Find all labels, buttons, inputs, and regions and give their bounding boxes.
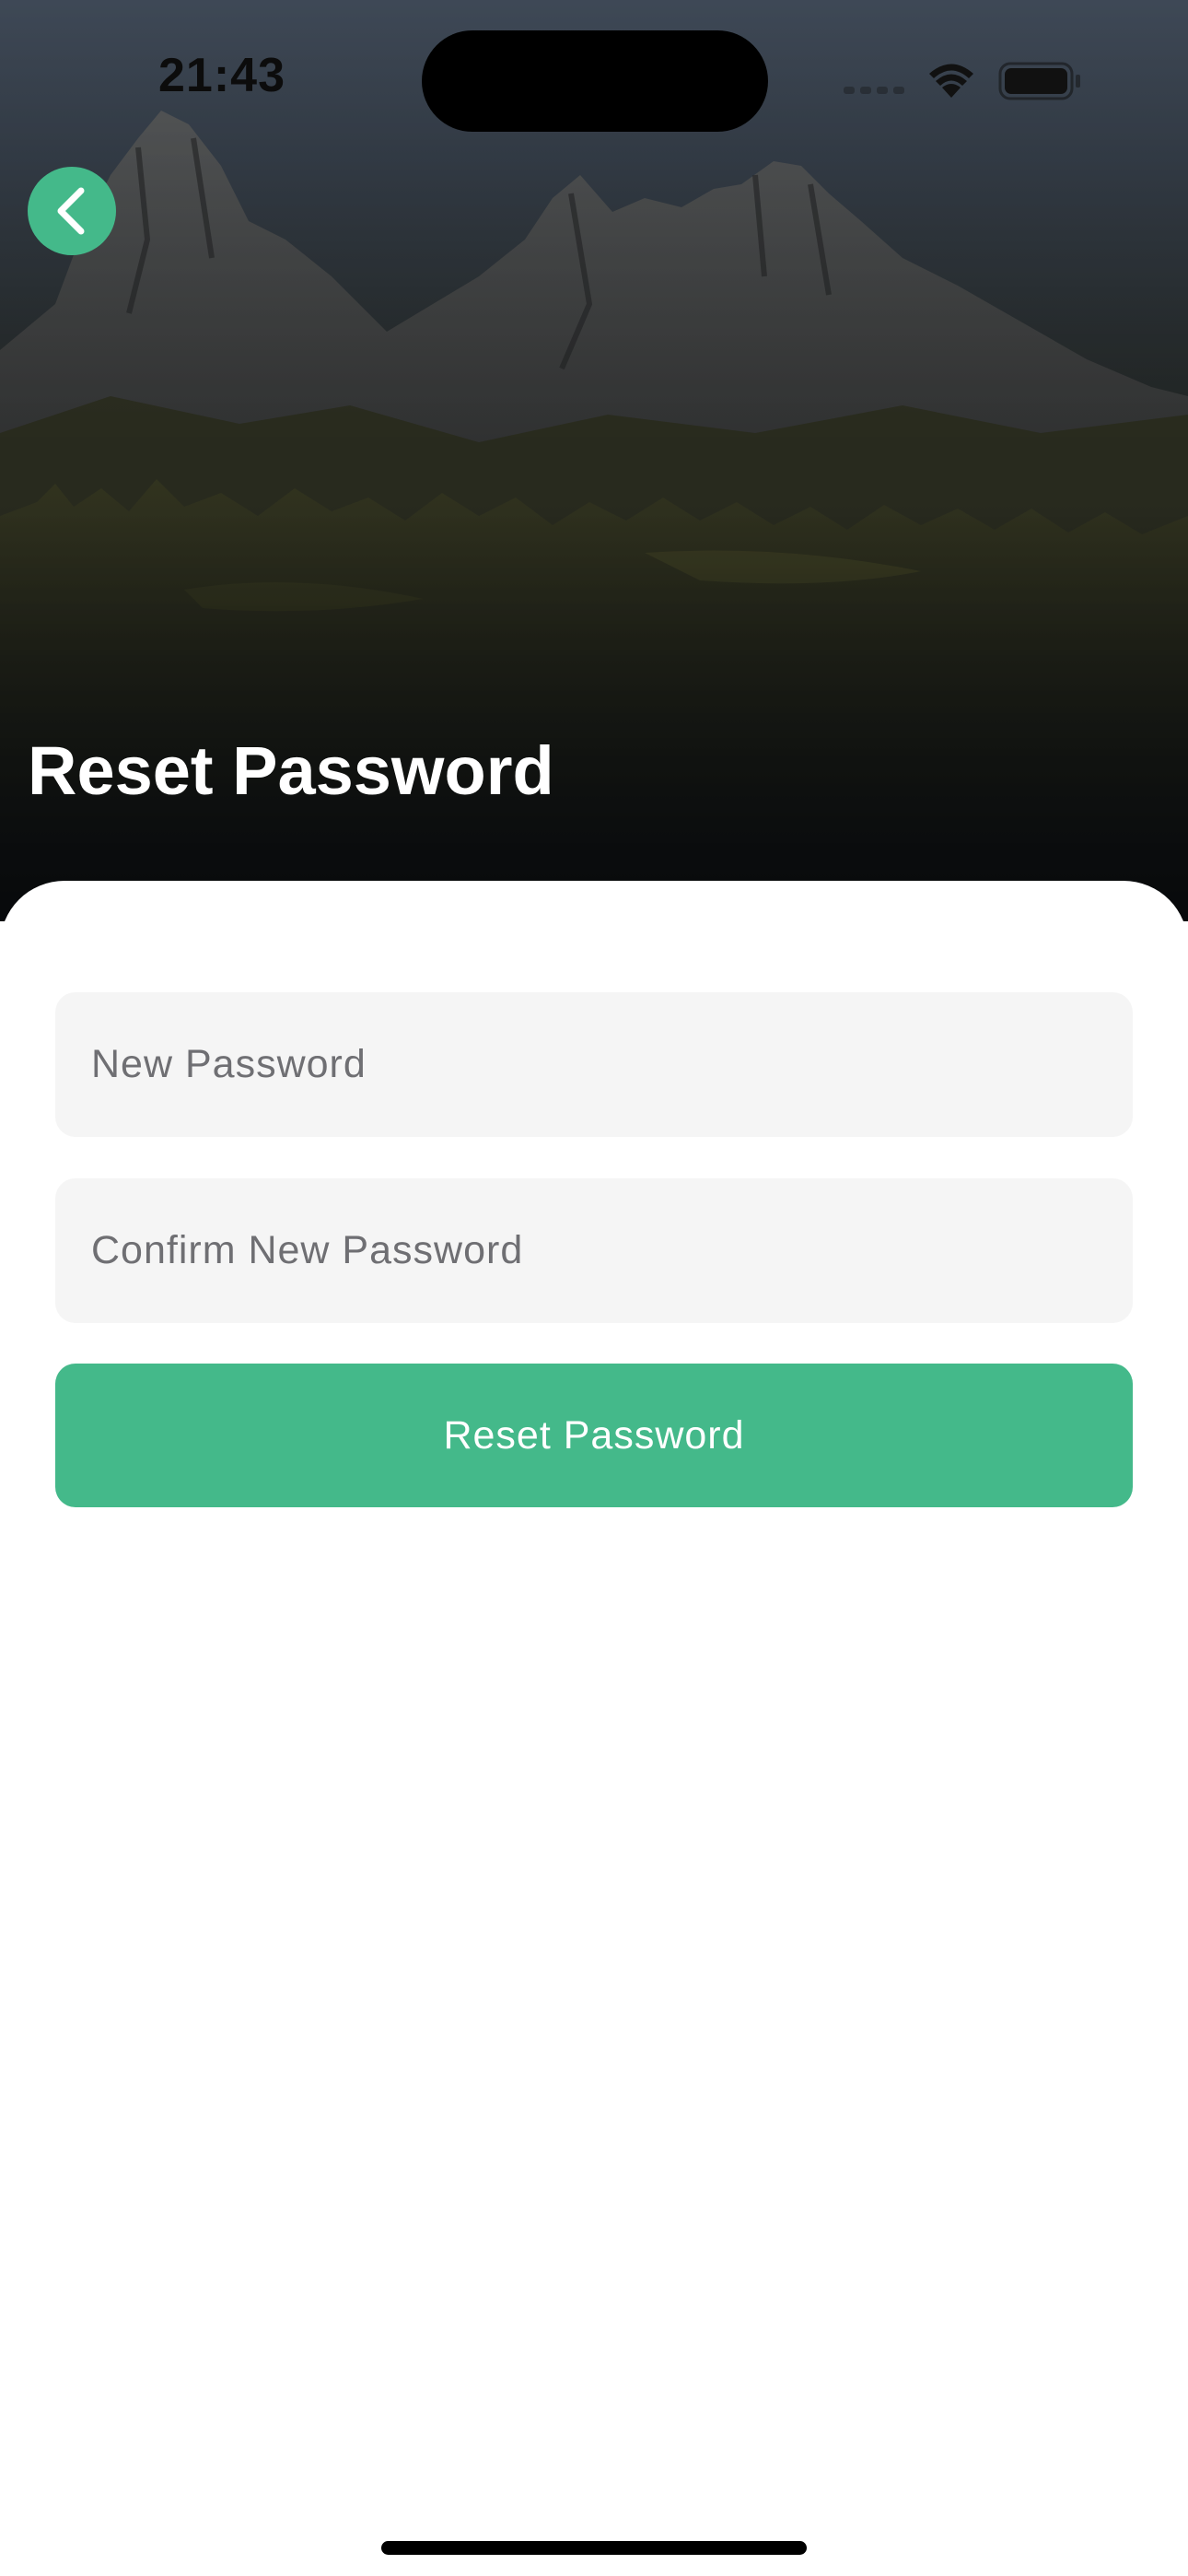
new-password-field[interactable] xyxy=(55,992,1133,1137)
confirm-password-input[interactable] xyxy=(89,1227,1133,1274)
new-password-input[interactable] xyxy=(89,1041,1133,1088)
dynamic-island xyxy=(422,30,768,132)
page-title: Reset Password xyxy=(28,732,554,809)
status-icons xyxy=(844,62,1080,100)
status-time: 21:43 xyxy=(158,49,285,102)
cellular-signal-icon xyxy=(844,87,904,94)
chevron-left-icon xyxy=(57,187,85,235)
hero-banner: 21:43 Reset Password xyxy=(0,0,1188,921)
reset-password-button[interactable]: Reset Password xyxy=(55,1364,1133,1507)
wifi-icon xyxy=(929,64,973,98)
confirm-password-field[interactable] xyxy=(55,1178,1133,1323)
form-sheet xyxy=(0,881,1188,2576)
battery-icon xyxy=(998,62,1080,100)
home-indicator xyxy=(381,2541,807,2555)
reset-password-button-label: Reset Password xyxy=(443,1412,745,1458)
back-button[interactable] xyxy=(28,167,116,255)
